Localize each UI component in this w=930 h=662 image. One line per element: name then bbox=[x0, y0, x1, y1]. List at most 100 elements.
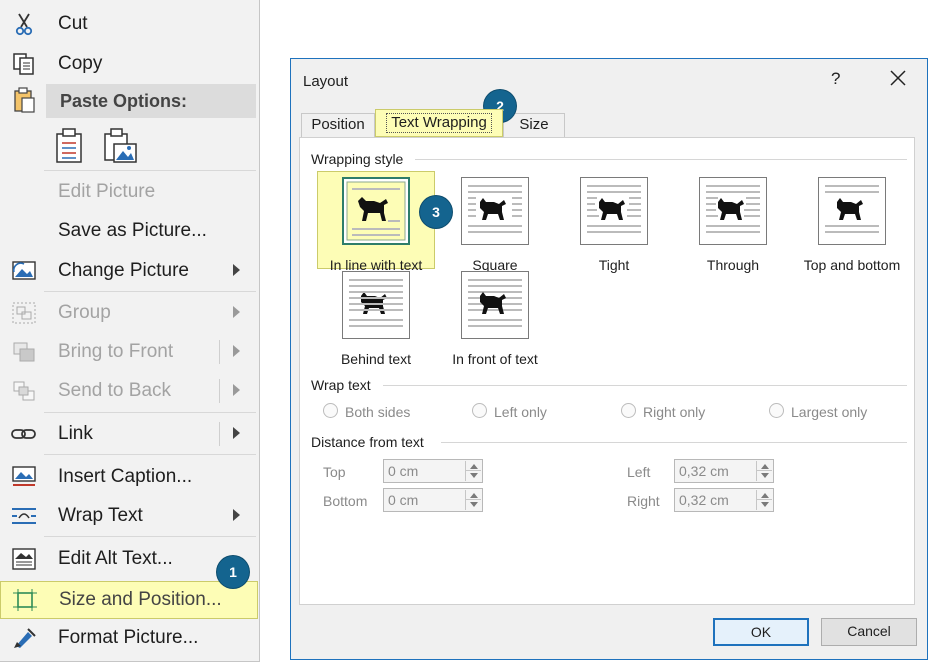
paste-keep-text-icon[interactable] bbox=[52, 126, 88, 166]
top-distance-spinner[interactable]: 0 cm bbox=[383, 459, 483, 483]
bottom-distance-spinner[interactable]: 0 cm bbox=[383, 488, 483, 512]
size-position-icon bbox=[13, 589, 37, 611]
tab-position[interactable]: Position bbox=[301, 113, 375, 137]
tab-text-wrapping[interactable]: Text Wrapping bbox=[375, 109, 503, 137]
insert-caption-icon bbox=[12, 466, 36, 486]
left-label: Left bbox=[627, 464, 651, 480]
menu-item-insert-caption[interactable]: Insert Caption... bbox=[0, 459, 258, 495]
behind-text-wrap-icon bbox=[342, 271, 410, 339]
menu-item-label: Size and Position... bbox=[59, 589, 222, 610]
copy-icon bbox=[13, 53, 34, 75]
wrap-option-label: Behind text bbox=[340, 351, 412, 367]
radio-both-sides[interactable] bbox=[323, 403, 338, 418]
spinner-buttons[interactable] bbox=[756, 461, 772, 481]
menu-item-save-as-picture[interactable]: Save as Picture... bbox=[0, 213, 258, 249]
link-icon bbox=[11, 429, 36, 439]
menu-separator bbox=[44, 412, 256, 413]
radio-left-only[interactable] bbox=[472, 403, 487, 418]
ok-button[interactable]: OK bbox=[713, 618, 809, 646]
menu-item-format-picture[interactable]: Format Picture... bbox=[0, 620, 258, 656]
paste-picture-icon[interactable] bbox=[102, 126, 138, 166]
submenu-arrow-icon[interactable] bbox=[233, 345, 240, 357]
submenu-arrow-icon bbox=[233, 264, 240, 276]
menu-item-cut[interactable]: Cut bbox=[0, 6, 258, 42]
inline-wrap-icon bbox=[342, 177, 410, 245]
menu-separator bbox=[44, 291, 256, 292]
clipboard-icon bbox=[14, 87, 35, 113]
radio-label: Largest only bbox=[791, 404, 868, 420]
distance-heading: Distance from text bbox=[311, 434, 424, 450]
wrap-text-heading: Wrap text bbox=[311, 377, 371, 393]
menu-item-change-picture[interactable]: Change Picture bbox=[0, 253, 258, 289]
tab-label: Size bbox=[519, 116, 549, 133]
menu-item-link[interactable]: Link bbox=[0, 416, 258, 452]
menu-item-label: Cut bbox=[58, 13, 88, 34]
menu-separator bbox=[44, 170, 256, 171]
radio-largest-only[interactable] bbox=[769, 403, 784, 418]
menu-item-label: Copy bbox=[58, 53, 103, 74]
submenu-arrow-icon bbox=[233, 306, 240, 318]
radio-label: Left only bbox=[494, 404, 547, 420]
submenu-arrow-icon[interactable] bbox=[233, 427, 240, 439]
submenu-arrow-icon[interactable] bbox=[233, 384, 240, 396]
menu-item-label: Edit Alt Text... bbox=[58, 548, 173, 569]
menu-item-label: Insert Caption... bbox=[58, 466, 193, 487]
submenu-arrow-icon bbox=[233, 509, 240, 521]
dialog-title: Layout bbox=[303, 73, 349, 90]
group-divider bbox=[415, 159, 907, 160]
menu-item-edit-picture[interactable]: Edit Picture bbox=[0, 174, 258, 210]
menu-item-size-and-position[interactable]: Size and Position... bbox=[0, 581, 258, 619]
split-divider bbox=[219, 379, 220, 403]
menu-item-label: Send to Back bbox=[58, 380, 172, 401]
close-icon[interactable] bbox=[887, 67, 909, 89]
wrap-option-label: Through bbox=[706, 257, 760, 273]
wrap-option-label: Top and bottom bbox=[803, 257, 901, 273]
spinner-value: 0 cm bbox=[388, 492, 419, 508]
menu-item-copy[interactable]: Copy bbox=[0, 46, 258, 82]
paste-options-header: Paste Options: bbox=[46, 84, 256, 118]
spinner-value: 0,32 cm bbox=[679, 492, 729, 508]
menu-item-send-to-back[interactable]: Send to Back bbox=[0, 373, 258, 409]
split-divider bbox=[219, 340, 220, 364]
spinner-buttons[interactable] bbox=[756, 490, 772, 510]
menu-item-group[interactable]: Group bbox=[0, 295, 258, 331]
cancel-button[interactable]: Cancel bbox=[821, 618, 917, 646]
alt-text-icon bbox=[12, 548, 36, 570]
split-divider bbox=[219, 422, 220, 446]
send-to-back-icon bbox=[13, 381, 35, 401]
wrap-option-label: In front of text bbox=[452, 351, 538, 367]
tab-label: Position bbox=[311, 116, 365, 133]
radio-right-only[interactable] bbox=[621, 403, 636, 418]
in-front-wrap-icon bbox=[461, 271, 529, 339]
spinner-buttons[interactable] bbox=[465, 461, 481, 481]
spinner-buttons[interactable] bbox=[465, 490, 481, 510]
group-icon bbox=[12, 302, 36, 324]
menu-item-label: Bring to Front bbox=[58, 341, 174, 362]
menu-item-bring-to-front[interactable]: Bring to Front bbox=[0, 334, 258, 370]
wrap-text-icon bbox=[12, 508, 36, 524]
menu-separator bbox=[44, 454, 256, 455]
group-divider bbox=[383, 385, 907, 386]
through-wrap-icon bbox=[699, 177, 767, 245]
radio-label: Right only bbox=[643, 404, 706, 420]
menu-item-label: Wrap Text bbox=[58, 505, 143, 526]
layout-dialog: Layout ? Position Text Wrapping Size Wra… bbox=[290, 58, 928, 660]
menu-separator bbox=[44, 536, 256, 537]
menu-item-label: Group bbox=[58, 302, 111, 323]
tight-wrap-icon bbox=[580, 177, 648, 245]
menu-item-label: Save as Picture... bbox=[58, 220, 207, 241]
menu-item-wrap-text[interactable]: Wrap Text bbox=[0, 498, 258, 534]
wrapping-style-heading: Wrapping style bbox=[311, 151, 404, 167]
menu-item-label: Format Picture... bbox=[58, 627, 199, 648]
tab-size[interactable]: Size bbox=[503, 113, 565, 137]
right-distance-spinner[interactable]: 0,32 cm bbox=[674, 488, 774, 512]
help-button[interactable]: ? bbox=[831, 69, 840, 89]
bring-to-front-icon bbox=[13, 342, 35, 362]
tab-label: Text Wrapping bbox=[386, 113, 492, 133]
spinner-value: 0,32 cm bbox=[679, 463, 729, 479]
bottom-label: Bottom bbox=[323, 493, 368, 509]
left-distance-spinner[interactable]: 0,32 cm bbox=[674, 459, 774, 483]
right-label: Right bbox=[627, 493, 660, 509]
format-picture-icon bbox=[14, 628, 36, 648]
wrap-option-label: Tight bbox=[598, 257, 630, 273]
